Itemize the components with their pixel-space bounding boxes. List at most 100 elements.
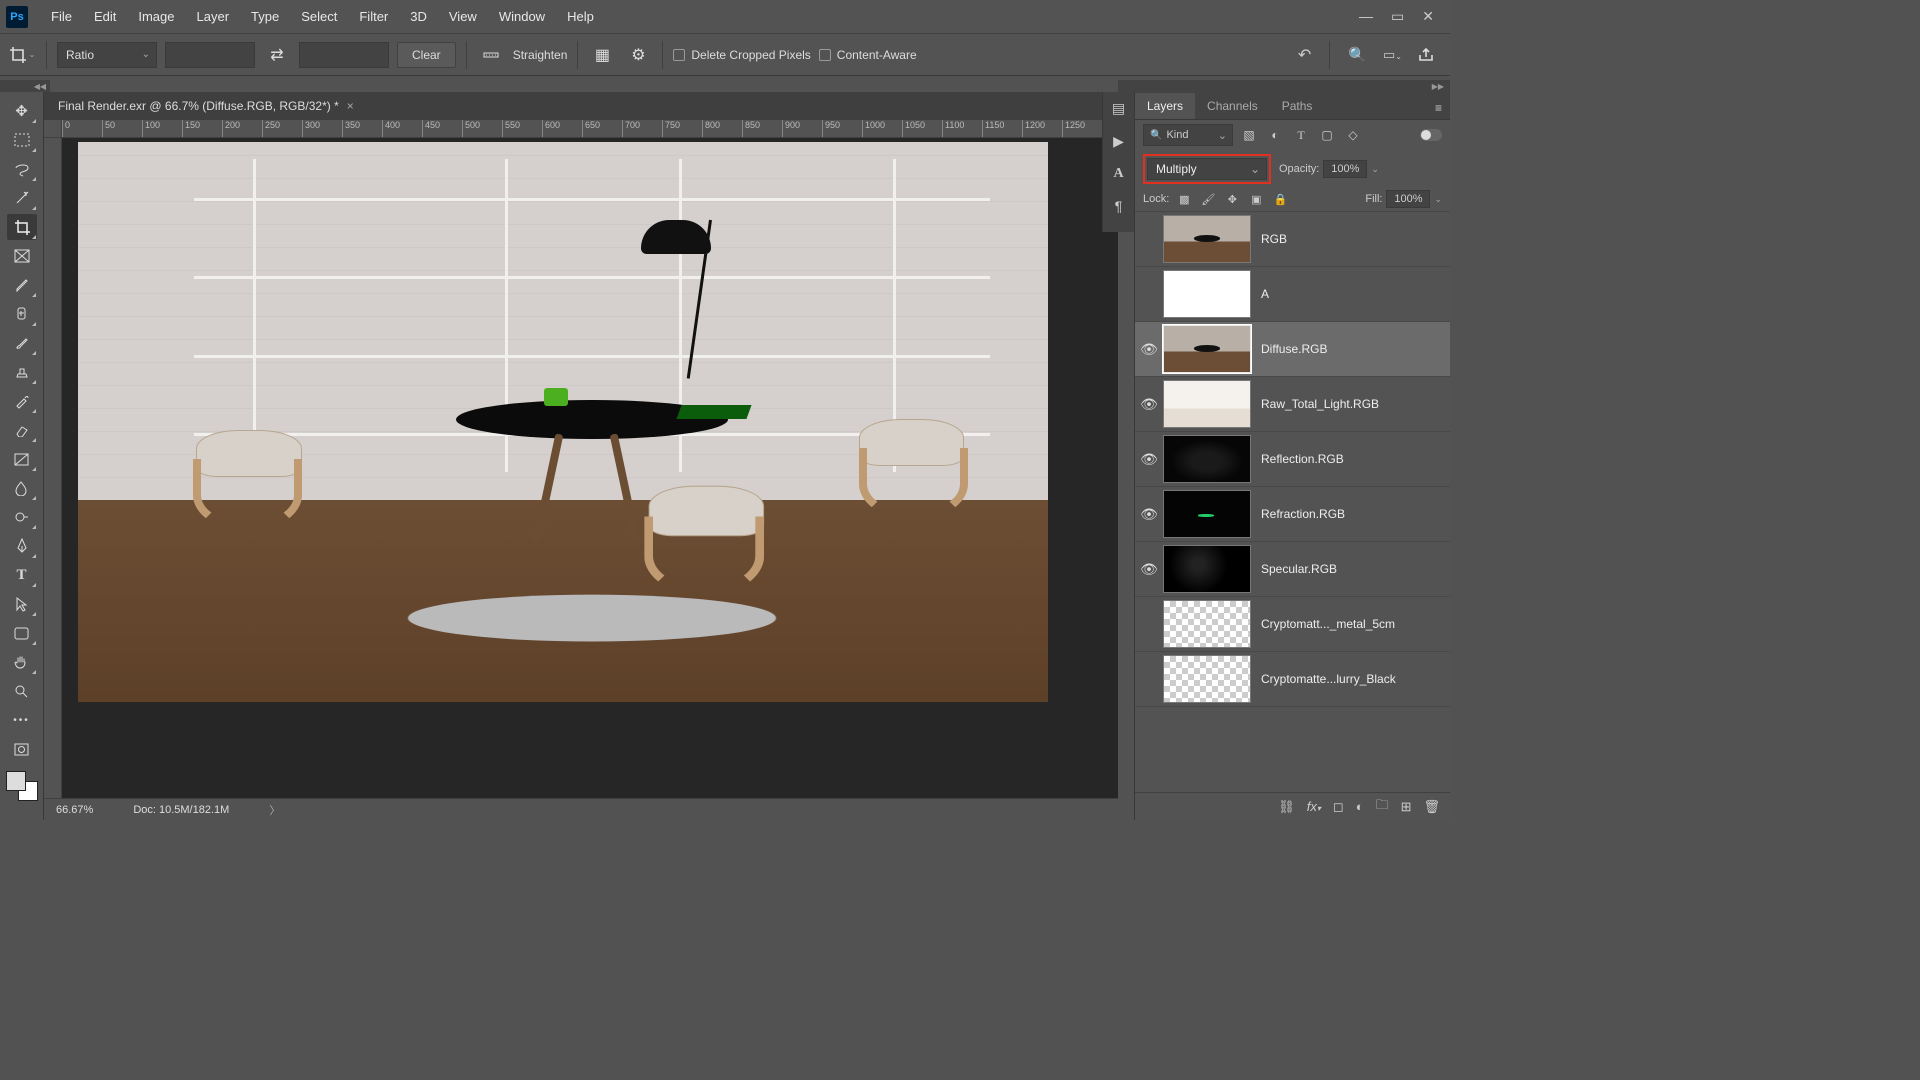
document-tab[interactable]: Final Render.exr @ 66.7% (Diffuse.RGB, R… xyxy=(44,92,1118,120)
ruler-horizontal[interactable]: 0501001502002503003504004505005506006507… xyxy=(62,120,1118,138)
layer-row[interactable]: 👁Specular.RGB xyxy=(1135,542,1450,597)
fill-control[interactable]: Fill: 100% ⌄ xyxy=(1365,190,1442,208)
visibility-eye-icon[interactable]: 👁 xyxy=(1135,451,1163,468)
layer-thumbnail[interactable] xyxy=(1163,655,1251,703)
layer-row[interactable]: Cryptomatt..._metal_5cm xyxy=(1135,597,1450,652)
lasso-tool[interactable] xyxy=(7,156,37,182)
ratio-dropdown[interactable]: Ratio xyxy=(57,42,157,68)
delete-cropped-checkbox[interactable]: Delete Cropped Pixels xyxy=(673,48,810,62)
content-aware-checkbox[interactable]: Content-Aware xyxy=(819,48,917,62)
tab-layers[interactable]: Layers xyxy=(1135,93,1195,119)
healing-brush-tool[interactable] xyxy=(7,301,37,327)
visibility-eye-icon[interactable]: 👁 xyxy=(1135,341,1163,358)
lock-artboard-icon[interactable]: ▣ xyxy=(1247,191,1265,207)
crop-tool[interactable] xyxy=(7,214,37,240)
workspace-switcher-icon[interactable]: ▭⌄ xyxy=(1383,47,1402,63)
search-icon[interactable]: 🔍 xyxy=(1348,46,1367,64)
frame-tool[interactable] xyxy=(7,243,37,269)
layer-group-icon[interactable]: 🗀 xyxy=(1376,796,1389,818)
layer-name[interactable]: Refraction.RGB xyxy=(1261,507,1345,521)
clone-stamp-tool[interactable] xyxy=(7,359,37,385)
dodge-tool[interactable] xyxy=(7,504,37,530)
lock-pixels-icon[interactable]: 🖌 xyxy=(1199,191,1217,207)
menu-3d[interactable]: 3D xyxy=(399,9,438,24)
zoom-tool[interactable] xyxy=(7,678,37,704)
layer-name[interactable]: A xyxy=(1261,287,1269,301)
color-swatches[interactable] xyxy=(6,771,38,801)
menu-edit[interactable]: Edit xyxy=(83,9,127,24)
menu-layer[interactable]: Layer xyxy=(186,9,241,24)
panel-menu-icon[interactable]: ≡ xyxy=(1427,97,1450,119)
layer-row[interactable]: A xyxy=(1135,267,1450,322)
hand-tool[interactable] xyxy=(7,649,37,675)
opacity-value[interactable]: 100% xyxy=(1323,160,1367,178)
layer-fx-icon[interactable]: fx▾ xyxy=(1307,799,1321,814)
layer-name[interactable]: Cryptomatte...lurry_Black xyxy=(1261,672,1396,686)
filter-adjustment-icon[interactable]: ◐ xyxy=(1265,126,1285,144)
marquee-tool[interactable] xyxy=(7,127,37,153)
clear-button[interactable]: Clear xyxy=(397,42,456,68)
paragraph-panel-icon[interactable]: ¶ xyxy=(1115,198,1123,214)
layer-row[interactable]: 👁Raw_Total_Light.RGB xyxy=(1135,377,1450,432)
layer-name[interactable]: Raw_Total_Light.RGB xyxy=(1261,397,1379,411)
layer-mask-icon[interactable]: ◻ xyxy=(1333,799,1344,815)
layer-row[interactable]: 👁Diffuse.RGB xyxy=(1135,322,1450,377)
history-panel-icon[interactable]: ▤ xyxy=(1112,100,1125,117)
visibility-eye-icon[interactable]: 👁 xyxy=(1135,506,1163,523)
visibility-eye-icon[interactable]: 👁 xyxy=(1135,561,1163,578)
move-tool[interactable]: ✥ xyxy=(7,98,37,124)
filter-type-icon[interactable]: T xyxy=(1291,126,1311,144)
quickmask-icon[interactable] xyxy=(7,736,37,762)
tab-close-icon[interactable]: × xyxy=(347,99,354,113)
filter-toggle[interactable] xyxy=(1420,129,1442,141)
rectangle-tool[interactable] xyxy=(7,620,37,646)
eraser-tool[interactable] xyxy=(7,417,37,443)
filter-shape-icon[interactable]: ▢ xyxy=(1317,126,1337,144)
filter-pixel-icon[interactable]: ▧ xyxy=(1239,126,1259,144)
menu-select[interactable]: Select xyxy=(290,9,348,24)
panels-collapse-handle[interactable]: ▶▶ xyxy=(1118,80,1450,92)
layer-thumbnail[interactable] xyxy=(1163,545,1251,593)
straighten-icon[interactable] xyxy=(477,41,505,69)
lock-transparency-icon[interactable]: ▩ xyxy=(1175,191,1193,207)
menu-window[interactable]: Window xyxy=(488,9,556,24)
menu-view[interactable]: View xyxy=(438,9,488,24)
tab-channels[interactable]: Channels xyxy=(1195,93,1270,119)
menu-help[interactable]: Help xyxy=(556,9,605,24)
menu-type[interactable]: Type xyxy=(240,9,290,24)
fill-value[interactable]: 100% xyxy=(1386,190,1430,208)
layer-row[interactable]: RGB xyxy=(1135,212,1450,267)
status-flyout-icon[interactable]: 〉 xyxy=(269,802,280,818)
delete-layer-icon[interactable]: 🗑 xyxy=(1423,799,1440,815)
edit-toolbar-icon[interactable]: ••• xyxy=(7,707,37,733)
ruler-vertical[interactable] xyxy=(44,138,62,798)
layer-thumbnail[interactable] xyxy=(1163,380,1251,428)
layer-thumbnail[interactable] xyxy=(1163,325,1251,373)
new-layer-icon[interactable]: ⊞ xyxy=(1401,799,1412,815)
link-layers-icon[interactable]: ⛓ xyxy=(1278,799,1295,815)
maximize-icon[interactable]: ▭ xyxy=(1391,8,1404,25)
menu-file[interactable]: File xyxy=(40,9,83,24)
zoom-level[interactable]: 66.67% xyxy=(56,804,93,816)
canvas-viewport[interactable] xyxy=(62,138,1118,798)
brush-tool[interactable] xyxy=(7,330,37,356)
tools-collapse-handle[interactable]: ◀◀ xyxy=(0,80,50,92)
magic-wand-tool[interactable] xyxy=(7,185,37,211)
minimize-icon[interactable]: — xyxy=(1359,8,1373,25)
reset-icon[interactable]: ↶ xyxy=(1298,45,1311,65)
menu-filter[interactable]: Filter xyxy=(348,9,399,24)
layer-row[interactable]: 👁 Refraction.RGB xyxy=(1135,487,1450,542)
layer-row[interactable]: 👁Reflection.RGB xyxy=(1135,432,1450,487)
gradient-tool[interactable] xyxy=(7,446,37,472)
layer-thumbnail[interactable] xyxy=(1163,270,1251,318)
crop-width-field[interactable] xyxy=(165,42,255,68)
layer-thumbnail[interactable] xyxy=(1163,215,1251,263)
menu-image[interactable]: Image xyxy=(127,9,185,24)
layer-thumbnail[interactable] xyxy=(1163,435,1251,483)
lock-all-icon[interactable]: 🔒 xyxy=(1271,191,1289,207)
layer-thumbnail[interactable] xyxy=(1163,490,1251,538)
crop-height-field[interactable] xyxy=(299,42,389,68)
pen-tool[interactable] xyxy=(7,533,37,559)
close-icon[interactable]: ✕ xyxy=(1422,8,1434,25)
tab-paths[interactable]: Paths xyxy=(1270,93,1325,119)
